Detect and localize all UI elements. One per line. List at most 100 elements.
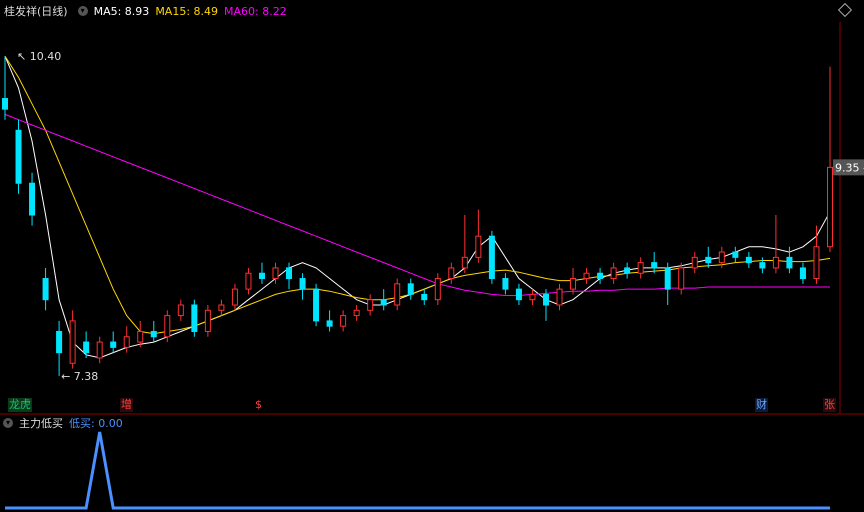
candle[interactable] (380, 289, 387, 311)
candle[interactable] (218, 299, 225, 316)
candle[interactable] (799, 262, 806, 284)
event-badge[interactable]: 财 (755, 398, 768, 412)
candle-body (502, 278, 509, 290)
event-badge[interactable]: 张 (823, 398, 836, 412)
candle-body (137, 330, 144, 343)
candle-body (745, 256, 752, 264)
candle-body (299, 278, 306, 290)
candle[interactable] (772, 215, 779, 274)
candle-body (150, 330, 157, 338)
candle[interactable] (299, 273, 306, 300)
candle[interactable] (705, 246, 712, 268)
indicator-line (5, 431, 830, 510)
candle[interactable] (340, 310, 347, 332)
candle-body (69, 320, 76, 364)
candle[interactable] (272, 262, 279, 284)
candle[interactable] (610, 262, 617, 284)
candle[interactable] (110, 331, 117, 353)
candle[interactable] (69, 310, 76, 369)
candle[interactable] (421, 289, 428, 305)
candle[interactable] (583, 267, 590, 284)
candle-body (286, 267, 293, 280)
candle[interactable] (367, 294, 374, 316)
chevron-down-icon[interactable]: ▾ (3, 418, 13, 428)
candle[interactable] (56, 320, 63, 376)
candle[interactable] (150, 320, 157, 343)
candle[interactable] (407, 278, 414, 300)
candle[interactable] (96, 336, 103, 364)
candle[interactable] (475, 209, 482, 263)
indicator-plot (5, 431, 830, 510)
candle[interactable] (691, 252, 698, 274)
candle[interactable] (745, 252, 752, 268)
candle[interactable] (231, 283, 238, 311)
candle-body (542, 293, 549, 306)
candle-body (759, 262, 766, 269)
candle[interactable] (313, 283, 320, 327)
candle-body (515, 288, 522, 301)
candle-body (191, 304, 198, 332)
candle-body (488, 235, 495, 280)
candle[interactable] (123, 326, 130, 353)
stock-title[interactable]: 桂发祥(日线) (4, 3, 68, 19)
event-badge[interactable]: $ (254, 398, 263, 412)
candle-body (164, 315, 171, 338)
candle[interactable] (664, 262, 671, 305)
candle[interactable] (529, 289, 536, 305)
chevron-down-icon[interactable]: ▾ (77, 6, 88, 16)
candle-body (637, 262, 644, 274)
candle[interactable] (42, 267, 49, 311)
candle[interactable] (83, 331, 90, 358)
candle-body (705, 256, 712, 264)
ma-line-ma15 (4, 55, 831, 335)
candle[interactable] (651, 252, 658, 274)
candle[interactable] (204, 305, 211, 337)
candle-body (367, 299, 374, 311)
event-badge[interactable]: 增 (120, 398, 133, 412)
candle[interactable] (137, 320, 144, 348)
candle[interactable] (637, 257, 644, 279)
candle-body (394, 283, 401, 306)
indicator-title[interactable]: 主力低买 (19, 415, 63, 431)
candle-body (83, 341, 90, 354)
candle[interactable] (353, 305, 360, 321)
candle[interactable] (15, 119, 22, 194)
candle[interactable] (29, 172, 36, 226)
candle[interactable] (813, 225, 820, 284)
high-price-label: ↖ 10.40 (17, 50, 61, 63)
candle[interactable] (434, 273, 441, 305)
candle[interactable] (502, 273, 509, 295)
candle[interactable] (827, 66, 833, 253)
candle[interactable] (177, 299, 184, 321)
candle[interactable] (597, 267, 604, 284)
candle-body (461, 256, 468, 269)
candle[interactable] (2, 56, 8, 120)
candle[interactable] (258, 262, 265, 284)
candle[interactable] (245, 267, 252, 295)
candle-body (313, 288, 320, 322)
candle[interactable] (461, 215, 468, 274)
candle-body (597, 272, 604, 280)
candle-body (340, 315, 347, 327)
candle[interactable] (488, 230, 495, 284)
candle[interactable] (624, 262, 631, 279)
candle-body (664, 267, 671, 290)
candle-body (258, 272, 265, 280)
candle-body (786, 256, 793, 269)
candle[interactable] (286, 262, 293, 290)
candle[interactable] (191, 299, 198, 337)
candle[interactable] (556, 283, 563, 311)
candle[interactable] (732, 246, 739, 263)
candle[interactable] (570, 267, 577, 295)
event-badge[interactable]: 龙虎 (8, 398, 32, 412)
candle[interactable] (786, 246, 793, 274)
candle[interactable] (515, 283, 522, 305)
candle[interactable] (326, 310, 333, 332)
candle-body (326, 320, 333, 327)
candle[interactable] (394, 278, 401, 311)
candle[interactable] (448, 262, 455, 284)
candle-body (827, 166, 833, 248)
current-price-text: 9.35 - (835, 161, 864, 174)
candle[interactable] (759, 257, 766, 274)
candle-body (475, 235, 482, 258)
